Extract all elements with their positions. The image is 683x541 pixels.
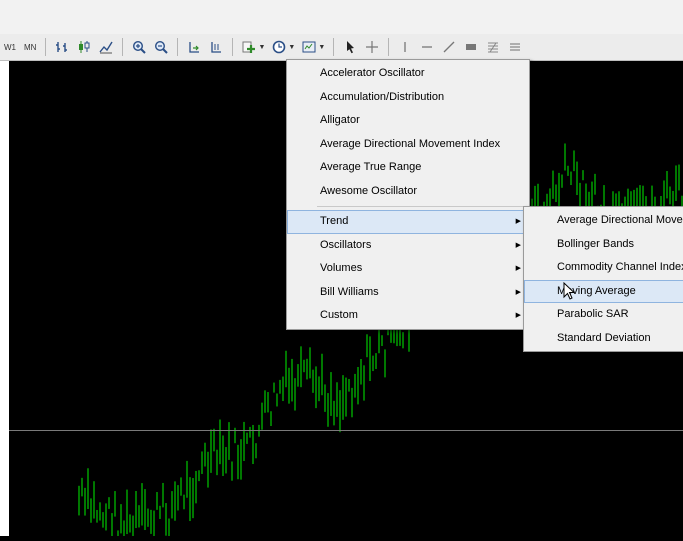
chevron-down-icon[interactable]: ▼	[318, 44, 325, 51]
menu-item-average-true-range[interactable]: Average True Range	[287, 156, 529, 180]
toolbar-separator	[333, 38, 335, 56]
submenu-arrow-icon: ▶	[515, 218, 521, 225]
horizontal-line-icon[interactable]	[417, 37, 437, 57]
zoom-in-icon[interactable]	[129, 37, 149, 57]
menu-item-label: Oscillators	[320, 238, 372, 251]
chart-shift-icon[interactable]	[206, 37, 226, 57]
submenu-item-standard-deviation[interactable]: Standard Deviation	[524, 327, 683, 351]
crosshair-icon[interactable]	[362, 37, 382, 57]
submenu-arrow-icon: ▶	[515, 241, 521, 249]
menu-item-volumes[interactable]: Volumes ▶	[287, 257, 529, 281]
vertical-line-icon[interactable]	[395, 37, 415, 57]
chevron-down-icon[interactable]: ▼	[258, 44, 265, 51]
menu-separator	[317, 206, 527, 207]
channel-icon[interactable]	[505, 37, 525, 57]
menu-item-alligator[interactable]: Alligator	[287, 109, 529, 133]
templates-icon[interactable]	[299, 37, 319, 57]
mouse-pointer-icon	[563, 282, 575, 300]
menu-item-accumulation-distribution[interactable]: Accumulation/Distribution	[287, 86, 529, 110]
toolbar-separator	[177, 38, 179, 56]
menu-item-bill-williams[interactable]: Bill Williams ▶	[287, 281, 529, 305]
submenu-arrow-icon: ▶	[515, 288, 521, 296]
chevron-down-icon[interactable]: ▼	[288, 44, 295, 51]
submenu-item-adx[interactable]: Average Directional Move	[524, 209, 683, 233]
indicators-menu: Accelerator Oscillator Accumulation/Dist…	[286, 59, 530, 330]
submenu-item-bollinger-bands[interactable]: Bollinger Bands	[524, 233, 683, 257]
submenu-arrow-icon: ▶	[515, 265, 521, 272]
fibonacci-icon[interactable]	[483, 37, 503, 57]
menu-item-adx[interactable]: Average Directional Movement Index	[287, 133, 529, 157]
menu-item-label: Custom	[320, 309, 358, 321]
window-title-strip	[0, 0, 683, 35]
timeframe-mn[interactable]: MN	[20, 43, 40, 52]
toolbar-separator	[388, 38, 390, 56]
submenu-item-cci[interactable]: Commodity Channel Index	[524, 256, 683, 280]
menu-item-trend[interactable]: Trend ▶	[287, 210, 529, 234]
submenu-item-parabolic-sar[interactable]: Parabolic SAR	[524, 303, 683, 327]
toolbar-separator	[232, 38, 234, 56]
autoscroll-icon[interactable]	[184, 37, 204, 57]
toolbar-separator	[122, 38, 124, 56]
menu-item-oscillators[interactable]: Oscillators ▶	[287, 234, 529, 258]
trend-submenu: Average Directional Move Bollinger Bands…	[523, 206, 683, 352]
menu-item-custom[interactable]: Custom ▶	[287, 304, 529, 328]
left-panel-edge	[0, 61, 9, 536]
horizontal-price-line	[9, 430, 683, 431]
zoom-out-icon[interactable]	[151, 37, 171, 57]
menu-item-label: Bill Williams	[320, 285, 379, 298]
menu-item-label: Trend	[320, 215, 349, 227]
periods-icon[interactable]	[269, 37, 289, 57]
timeframe-w1[interactable]: W1	[0, 43, 20, 52]
menu-item-label: Volumes	[320, 262, 363, 274]
submenu-arrow-icon: ▶	[515, 312, 521, 319]
indicators-icon[interactable]	[239, 37, 259, 57]
menu-item-accelerator-oscillator[interactable]: Accelerator Oscillator	[287, 62, 529, 86]
submenu-item-moving-average[interactable]: Moving Average	[524, 279, 683, 303]
rectangle-icon[interactable]	[461, 37, 481, 57]
charts-toolbar: W1 MN ▼ ▼ ▼	[0, 34, 683, 61]
cursor-icon[interactable]	[340, 37, 360, 57]
line-chart-icon[interactable]	[96, 37, 116, 57]
bar-chart-icon[interactable]	[52, 37, 72, 57]
candle-chart-icon[interactable]	[74, 37, 94, 57]
trendline-icon[interactable]	[439, 37, 459, 57]
menu-item-awesome-oscillator[interactable]: Awesome Oscillator	[287, 180, 529, 204]
toolbar-separator	[45, 38, 47, 56]
